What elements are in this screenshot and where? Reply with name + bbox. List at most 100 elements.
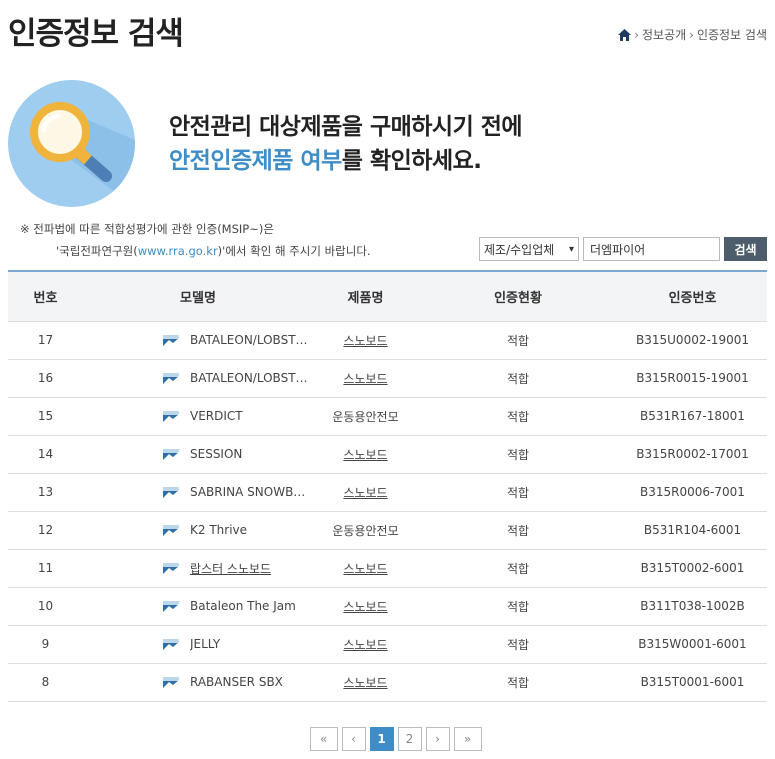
model-name[interactable]: Bataleon The Jam — [190, 599, 296, 613]
table-row[interactable]: 10 Bataleon The Jam 스노보드 적합 B311T038-1002B — [8, 587, 767, 626]
cell-model[interactable]: Bataleon The Jam — [83, 587, 313, 626]
model-name[interactable]: SABRINA SNOWB… — [190, 485, 305, 499]
cell-cert-number: B311T038-1002B — [618, 587, 767, 626]
page-button-2[interactable]: 2 — [397, 727, 422, 751]
product-name[interactable]: 스노보드 — [343, 334, 387, 348]
page-title: 인증정보 검색 — [8, 16, 184, 52]
cell-no: 16 — [8, 359, 83, 398]
cell-product: 스노보드 — [313, 435, 418, 474]
product-name[interactable]: 스노보드 — [343, 638, 387, 652]
cell-model[interactable]: VERDICT — [83, 397, 313, 436]
header-cert-number: 인증번호 — [618, 271, 767, 322]
table-row[interactable]: 15 VERDICT 운동용안전모 적합 B531R167-18001 — [8, 397, 767, 436]
search-type-value: 제조/수입업체 — [484, 242, 555, 257]
product-name[interactable]: 스노보드 — [343, 676, 387, 690]
product-name[interactable]: 스노보드 — [343, 486, 387, 500]
model-name[interactable]: JELLY — [190, 637, 220, 651]
notice-line-1: ※ 전파법에 따른 적합성평가에 관한 인증(MSIP~)은 — [20, 222, 274, 236]
pagination: « ‹ 1 2 › » — [8, 727, 775, 751]
model-name[interactable]: BATALEON/LOBST… — [190, 371, 308, 385]
product-name[interactable]: 스노보드 — [343, 448, 387, 462]
product-name[interactable]: 운동용안전모 — [332, 410, 398, 424]
cell-model[interactable]: SABRINA SNOWB… — [83, 473, 313, 512]
table-header-row: 번호 모델명 제품명 인증현황 인증번호 — [8, 271, 767, 322]
cell-product: 스노보드 — [313, 321, 418, 360]
search-type-select[interactable]: 제조/수입업체 ▾ — [479, 237, 579, 261]
cell-no: 9 — [8, 625, 83, 664]
search-button[interactable]: 검색 — [724, 237, 767, 261]
table-row[interactable]: 17 BATALEON/LOBST… 스노보드 적합 B315U0002-19001 — [8, 321, 767, 360]
cell-cert-number: B315R0015-19001 — [618, 359, 767, 398]
search-input[interactable] — [583, 237, 720, 261]
product-image-icon — [163, 524, 179, 536]
cell-no: 13 — [8, 473, 83, 512]
product-name[interactable]: 운동용안전모 — [332, 524, 398, 538]
hero-line-2-rest: 를 확인하세요. — [341, 148, 482, 174]
cell-no: 11 — [8, 549, 83, 588]
notice-line-2-post: )'에서 확인 해 주시기 바랍니다. — [217, 244, 371, 258]
cell-no: 12 — [8, 511, 83, 550]
cell-product: 스노보드 — [313, 587, 418, 626]
cell-product: 운동용안전모 — [313, 397, 418, 436]
table-row[interactable]: 13 SABRINA SNOWB… 스노보드 적합 B315R0006-7001 — [8, 473, 767, 512]
model-name[interactable]: BATALEON/LOBST… — [190, 333, 308, 347]
cell-model[interactable]: RABANSER SBX — [83, 663, 313, 702]
cell-model[interactable]: 랍스터 스노보드 — [83, 549, 313, 588]
table-row[interactable]: 14 SESSION 스노보드 적합 B315R0002-17001 — [8, 435, 767, 474]
cell-cert-number: B315T0001-6001 — [618, 663, 767, 702]
breadcrumb-separator-icon: › — [689, 27, 694, 42]
model-name[interactable]: VERDICT — [190, 409, 243, 423]
magnifier-icon — [30, 102, 135, 207]
cell-no: 10 — [8, 587, 83, 626]
model-name[interactable]: SESSION — [190, 447, 242, 461]
cell-model[interactable]: JELLY — [83, 625, 313, 664]
product-name[interactable]: 스노보드 — [343, 600, 387, 614]
product-name[interactable]: 스노보드 — [343, 372, 387, 386]
breadcrumb-separator-icon: › — [634, 27, 639, 42]
last-page-button[interactable]: » — [453, 727, 482, 751]
notice-line-2-pre: '국립전파연구원( — [56, 244, 138, 258]
cell-cert-number: B315U0002-19001 — [618, 321, 767, 360]
next-page-button[interactable]: › — [425, 727, 450, 751]
header-model: 모델명 — [83, 271, 313, 322]
cell-model[interactable]: BATALEON/LOBST… — [83, 321, 313, 360]
product-image-icon — [163, 372, 179, 384]
cell-product: 스노보드 — [313, 549, 418, 588]
first-page-button[interactable]: « — [309, 727, 338, 751]
model-name[interactable]: 랍스터 스노보드 — [190, 560, 271, 577]
cell-product: 스노보드 — [313, 663, 418, 702]
table-row[interactable]: 12 K2 Thrive 운동용안전모 적합 B531R104-6001 — [8, 511, 767, 550]
rra-link[interactable]: www.rra.go.kr — [138, 244, 218, 258]
chevron-down-icon: ▾ — [568, 243, 574, 255]
model-name[interactable]: RABANSER SBX — [190, 675, 283, 689]
cell-model[interactable]: SESSION — [83, 435, 313, 474]
cell-cert-number: B531R104-6001 — [618, 511, 767, 550]
prev-page-button[interactable]: ‹ — [341, 727, 366, 751]
header-status: 인증현황 — [418, 271, 618, 322]
table-row[interactable]: 9 JELLY 스노보드 적합 B315W0001-6001 — [8, 625, 767, 664]
cell-model[interactable]: BATALEON/LOBST… — [83, 359, 313, 398]
breadcrumb: › 정보공개 › 인증정보 검색 — [618, 26, 767, 43]
magnifier-illustration — [8, 80, 135, 207]
cell-product: 운동용안전모 — [313, 511, 418, 550]
cell-model[interactable]: K2 Thrive — [83, 511, 313, 550]
product-name[interactable]: 스노보드 — [343, 562, 387, 576]
product-image-icon — [163, 486, 179, 498]
product-image-icon — [163, 676, 179, 688]
page-button-1[interactable]: 1 — [369, 727, 394, 751]
cell-status: 적합 — [418, 435, 618, 474]
cell-status: 적합 — [418, 663, 618, 702]
product-image-icon — [163, 410, 179, 422]
table-row[interactable]: 8 RABANSER SBX 스노보드 적합 B315T0001-6001 — [8, 663, 767, 702]
results-table: 번호 모델명 제품명 인증현황 인증번호 17 BATALEON/LOBST… 스노… — [8, 270, 767, 702]
cell-cert-number: B315T0002-6001 — [618, 549, 767, 588]
cell-status: 적합 — [418, 625, 618, 664]
cell-no: 15 — [8, 397, 83, 436]
table-row[interactable]: 16 BATALEON/LOBST… 스노보드 적합 B315R0015-19001 — [8, 359, 767, 398]
breadcrumb-item-info[interactable]: 정보공개 — [642, 26, 686, 43]
cell-status: 적합 — [418, 359, 618, 398]
hero-accent-text: 안전인증제품 여부 — [169, 148, 342, 174]
home-icon[interactable] — [618, 28, 632, 41]
table-row[interactable]: 11 랍스터 스노보드 스노보드 적합 B315T0002-6001 — [8, 549, 767, 588]
model-name[interactable]: K2 Thrive — [190, 523, 247, 537]
